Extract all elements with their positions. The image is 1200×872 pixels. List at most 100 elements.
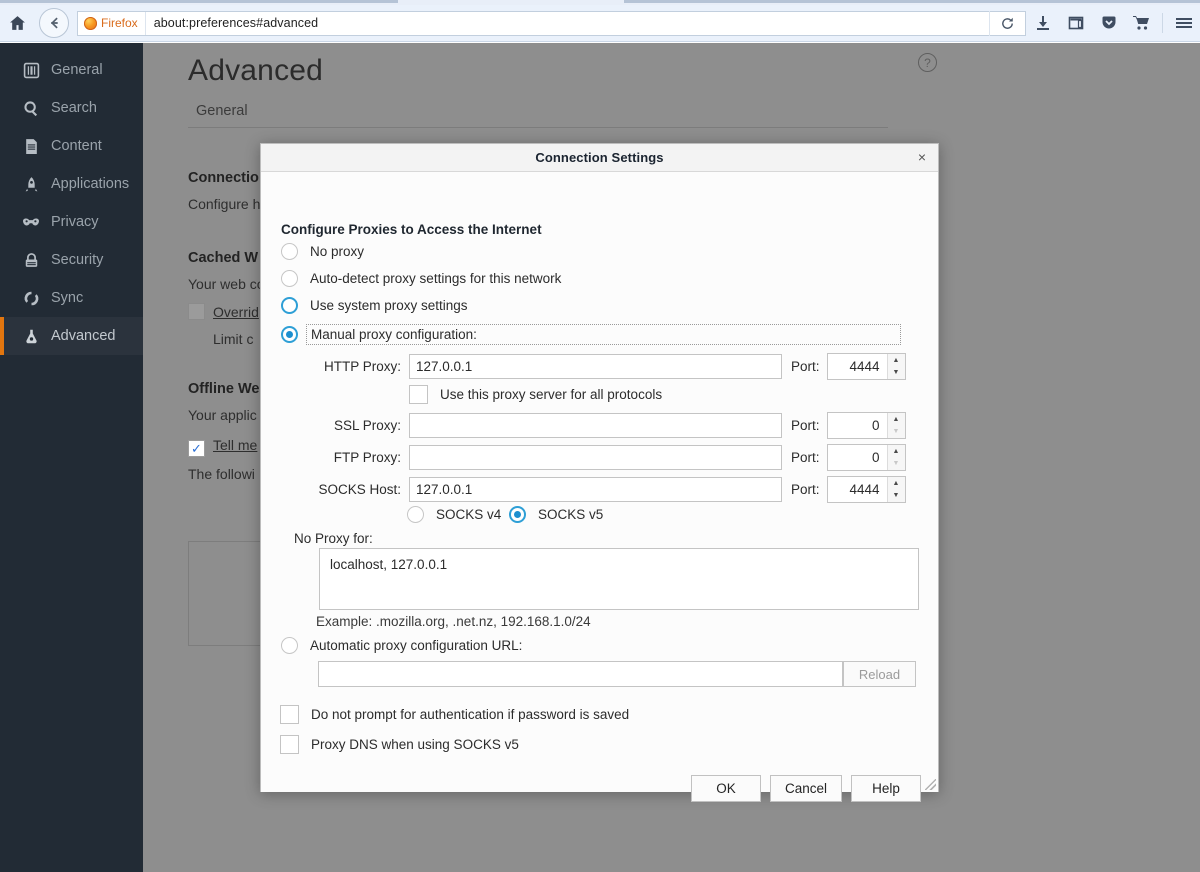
ok-button[interactable]: OK — [691, 775, 761, 802]
socks-host-label: SOCKS Host: — [281, 482, 409, 497]
socks-port-stepper[interactable]: 4444 ▲ ▼ — [827, 476, 906, 503]
override-cache-checkbox[interactable] — [188, 303, 205, 320]
firefox-favicon-icon — [84, 17, 97, 30]
sidebar-item-security[interactable]: Security — [0, 241, 143, 279]
applications-icon — [18, 176, 44, 193]
sidebar-item-label: General — [51, 62, 103, 78]
radio-socks-v4[interactable]: SOCKS v4 — [407, 506, 501, 523]
radio-auto-detect-indicator[interactable] — [281, 270, 298, 287]
radio-system-proxy[interactable]: Use system proxy settings — [281, 297, 468, 314]
following-label: The followi — [188, 466, 255, 482]
dialog-titlebar: Connection Settings × — [261, 144, 938, 172]
radio-no-proxy-label: No proxy — [310, 244, 364, 259]
spinner-up-icon[interactable]: ▲ — [888, 413, 905, 426]
proxy-dns-row[interactable]: Proxy DNS when using SOCKS v5 — [280, 735, 519, 754]
socks-port-arrows[interactable]: ▲ ▼ — [887, 477, 905, 502]
ftp-port-arrows[interactable]: ▲ ▼ — [887, 445, 905, 470]
tell-me-checkbox[interactable]: ✓ — [188, 440, 205, 457]
http-port-arrows[interactable]: ▲ ▼ — [887, 354, 905, 379]
radio-no-proxy-indicator[interactable] — [281, 243, 298, 260]
ftp-proxy-input[interactable] — [409, 445, 782, 470]
dialog-button-row: OK Cancel Help — [691, 775, 921, 802]
help-button[interactable]: Help — [851, 775, 921, 802]
ssl-port-value[interactable]: 0 — [828, 418, 887, 433]
radio-manual-proxy-indicator[interactable] — [281, 326, 298, 343]
radio-socks-v5[interactable]: SOCKS v5 — [509, 506, 603, 523]
ssl-port-label: Port: — [782, 418, 827, 433]
sidebar-item-label: Content — [51, 138, 102, 154]
http-port-value[interactable]: 4444 — [828, 359, 887, 374]
spinner-down-icon: ▼ — [888, 458, 905, 471]
ssl-port-arrows[interactable]: ▲ ▼ — [887, 413, 905, 438]
sidebar-item-label: Advanced — [51, 328, 116, 344]
no-auth-prompt-row[interactable]: Do not prompt for authentication if pass… — [280, 705, 629, 724]
download-icon[interactable] — [1026, 6, 1059, 40]
ftp-port-stepper[interactable]: 0 ▲ ▼ — [827, 444, 906, 471]
override-cache-label: Overrid — [213, 304, 259, 320]
back-button[interactable] — [39, 8, 69, 38]
sync-icon — [18, 290, 44, 307]
spinner-up-icon[interactable]: ▲ — [888, 354, 905, 367]
home-icon[interactable] — [0, 6, 34, 40]
sidebar-list: General Search Content — [0, 43, 143, 355]
help-question-icon[interactable]: ? — [918, 53, 937, 72]
spinner-down-icon[interactable]: ▼ — [888, 490, 905, 503]
radio-manual-proxy[interactable]: Manual proxy configuration: — [281, 324, 901, 345]
http-proxy-input[interactable]: 127.0.0.1 — [409, 354, 782, 379]
radio-socks-v5-indicator[interactable] — [509, 506, 526, 523]
socks-port-label: Port: — [782, 482, 827, 497]
sidebar-item-search[interactable]: Search — [0, 89, 143, 127]
resize-grip-icon[interactable] — [925, 779, 936, 790]
sidebar-item-applications[interactable]: Applications — [0, 165, 143, 203]
content-icon — [18, 138, 44, 155]
ssl-proxy-input[interactable] — [409, 413, 782, 438]
hamburger-menu-icon[interactable] — [1167, 6, 1200, 40]
override-cache-row[interactable]: Overrid — [188, 303, 259, 320]
cached-content-heading: Cached W — [188, 250, 258, 266]
all-protocols-checkbox[interactable] — [409, 385, 428, 404]
socks-port-value[interactable]: 4444 — [828, 482, 887, 497]
pocket-icon[interactable] — [1092, 6, 1125, 40]
radio-pac-url-indicator[interactable] — [281, 637, 298, 654]
sidebar-item-content[interactable]: Content — [0, 127, 143, 165]
radio-pac-url[interactable]: Automatic proxy configuration URL: — [281, 637, 522, 654]
sidebar-item-privacy[interactable]: Privacy — [0, 203, 143, 241]
dialog-body: Configure Proxies to Access the Internet… — [261, 172, 938, 792]
sidebar-item-advanced[interactable]: Advanced — [0, 317, 143, 355]
tell-me-row[interactable]: ✓Tell me — [188, 437, 257, 457]
proxy-dns-checkbox[interactable] — [280, 735, 299, 754]
no-auth-prompt-checkbox[interactable] — [280, 705, 299, 724]
pac-url-input[interactable] — [318, 661, 843, 687]
toolbar-separator — [1162, 13, 1163, 33]
app-root: Firefox about:preferences#advanced — [0, 0, 1200, 872]
offline-heading: Offline We — [188, 381, 259, 397]
http-port-stepper[interactable]: 4444 ▲ ▼ — [827, 353, 906, 380]
tab-general[interactable]: General — [188, 99, 256, 123]
all-protocols-label: Use this proxy server for all protocols — [440, 387, 662, 402]
limit-cache-label: Limit c — [213, 331, 253, 347]
sidebar-panel-icon[interactable] — [1059, 6, 1092, 40]
cancel-button[interactable]: Cancel — [770, 775, 842, 802]
close-icon[interactable]: × — [913, 148, 931, 166]
radio-system-proxy-indicator[interactable] — [281, 297, 298, 314]
no-proxy-for-textarea[interactable]: localhost, 127.0.0.1 — [319, 548, 919, 610]
radio-socks-v4-indicator[interactable] — [407, 506, 424, 523]
shopping-cart-icon[interactable] — [1125, 6, 1158, 40]
url-text[interactable]: about:preferences#advanced — [146, 16, 319, 30]
ftp-proxy-label: FTP Proxy: — [281, 450, 409, 465]
socks-host-input[interactable]: 127.0.0.1 — [409, 477, 782, 502]
sidebar-item-sync[interactable]: Sync — [0, 279, 143, 317]
radio-no-proxy[interactable]: No proxy — [281, 243, 364, 260]
spinner-down-icon[interactable]: ▼ — [888, 367, 905, 380]
sidebar-item-general[interactable]: General — [0, 51, 143, 89]
ftp-port-value[interactable]: 0 — [828, 450, 887, 465]
privacy-mask-icon — [18, 214, 44, 231]
radio-auto-detect[interactable]: Auto-detect proxy settings for this netw… — [281, 270, 561, 287]
reload-icon[interactable] — [989, 11, 1025, 36]
url-bar[interactable]: Firefox about:preferences#advanced — [77, 11, 1026, 36]
spinner-up-icon[interactable]: ▲ — [888, 477, 905, 490]
all-protocols-row[interactable]: Use this proxy server for all protocols — [409, 385, 662, 404]
pac-reload-button[interactable]: Reload — [843, 661, 916, 687]
spinner-up-icon[interactable]: ▲ — [888, 445, 905, 458]
ssl-port-stepper[interactable]: 0 ▲ ▼ — [827, 412, 906, 439]
